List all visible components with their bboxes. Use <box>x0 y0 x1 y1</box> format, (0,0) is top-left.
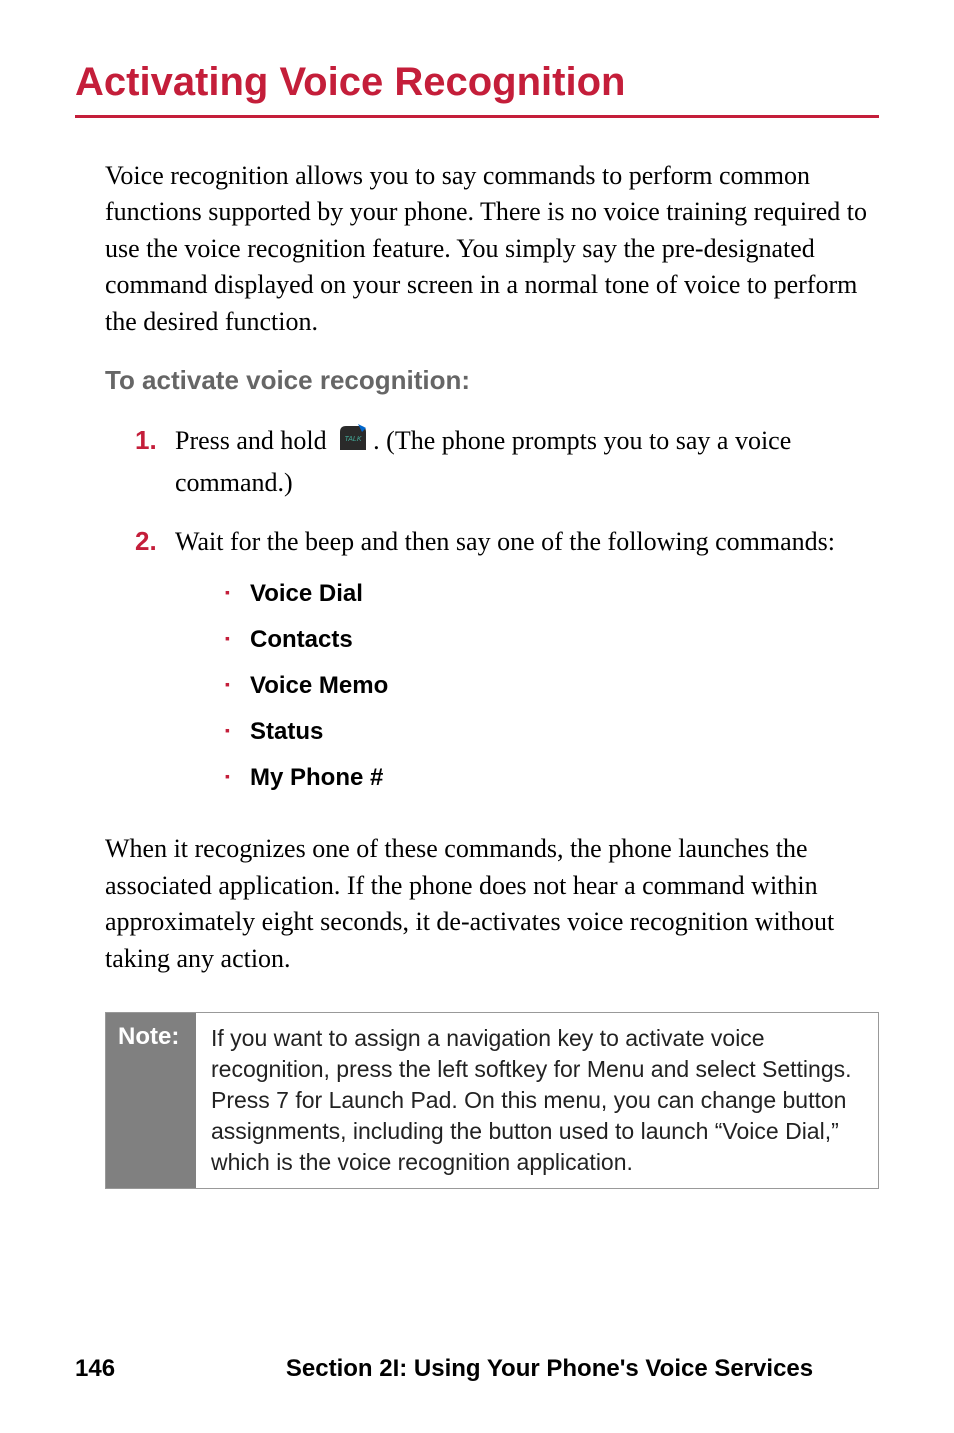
intro-paragraph: Voice recognition allows you to say comm… <box>75 158 879 340</box>
step-1: 1. Press and hold TALK. (The phone promp… <box>135 421 879 503</box>
step-number: 2. <box>135 522 175 806</box>
command-item: Voice Dial <box>225 576 879 612</box>
section-label: Section 2I: Using Your Phone's Voice Ser… <box>220 1355 879 1383</box>
svg-text:TALK: TALK <box>345 436 362 443</box>
closing-paragraph: When it recognizes one of these commands… <box>75 831 879 977</box>
command-item: Voice Memo <box>225 668 879 704</box>
command-item: Status <box>225 714 879 750</box>
command-item: Contacts <box>225 622 879 658</box>
note-label: Note: <box>106 1013 196 1188</box>
page-footer: 146 Section 2I: Using Your Phone's Voice… <box>75 1355 879 1383</box>
step-text-main: Wait for the beep and then say one of th… <box>175 527 835 556</box>
page-number: 146 <box>75 1355 220 1383</box>
commands-list: Voice Dial Contacts Voice Memo Status My… <box>175 576 879 796</box>
command-item: My Phone # <box>225 760 879 796</box>
steps-list: 1. Press and hold TALK. (The phone promp… <box>75 421 879 807</box>
step-2: 2. Wait for the beep and then say one of… <box>135 522 879 806</box>
step-text-before: Press and hold <box>175 426 333 455</box>
step-number: 1. <box>135 421 175 503</box>
note-box: Note: If you want to assign a navigation… <box>105 1012 879 1189</box>
step-text: Wait for the beep and then say one of th… <box>175 522 879 806</box>
talk-button-icon: TALK <box>336 422 370 463</box>
subheading: To activate voice recognition: <box>75 365 879 396</box>
page-title: Activating Voice Recognition <box>75 60 879 118</box>
note-text: If you want to assign a navigation key t… <box>196 1013 878 1188</box>
step-text: Press and hold TALK. (The phone prompts … <box>175 421 879 503</box>
